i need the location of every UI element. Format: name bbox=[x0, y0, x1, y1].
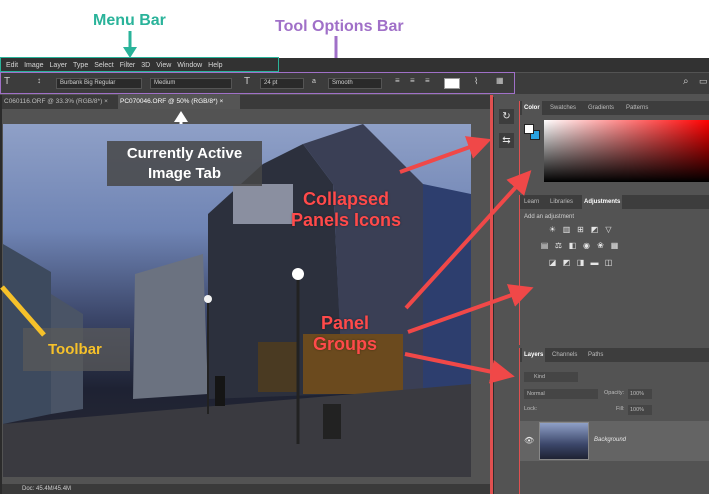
arrow-panel-color bbox=[404, 170, 532, 310]
arrow-panel-layers bbox=[404, 352, 515, 384]
arrow-panel-adjustments bbox=[407, 284, 534, 334]
arrow-collapsed-panels bbox=[399, 136, 492, 174]
annotation-arrows bbox=[399, 136, 534, 384]
